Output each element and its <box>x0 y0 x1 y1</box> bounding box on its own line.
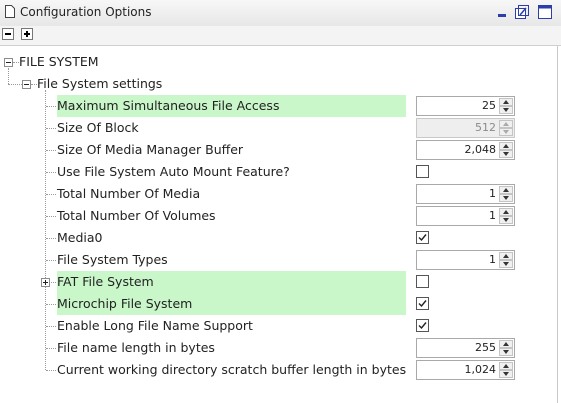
option-label-use-file-system-auto-mount-feature[interactable]: Use File System Auto Mount Feature? <box>57 164 290 180</box>
option-label-current-working-directory-scratch-buffer-length-in-bytes[interactable]: Current working directory scratch buffer… <box>57 362 406 378</box>
tree-node-file-system[interactable]: FILE SYSTEM <box>19 54 99 70</box>
checkbox-enable-long-file-name-support[interactable] <box>416 319 429 332</box>
option-label-total-number-of-volumes[interactable]: Total Number Of Volumes <box>57 208 216 224</box>
tree-node-file-system-settings[interactable]: File System settings <box>37 76 162 92</box>
spinner-value: 25 <box>482 99 496 112</box>
option-label-fat-file-system[interactable]: FAT File System <box>57 274 154 290</box>
tree-connector <box>46 216 56 217</box>
spin-up-arrow-icon[interactable] <box>499 340 513 348</box>
spinner-buttons <box>499 362 513 378</box>
toolbar <box>0 26 561 46</box>
spinner-value: 2,048 <box>464 143 497 156</box>
minimize-icon[interactable] <box>496 4 512 20</box>
configuration-tree: FILE SYSTEM File System settings Maximum… <box>0 46 558 403</box>
spinner-buttons <box>499 98 513 114</box>
tree-connector <box>46 260 56 261</box>
option-label-media0[interactable]: Media0 <box>57 230 103 246</box>
spinner-value: 1 <box>489 209 496 222</box>
tree-connector <box>46 150 56 151</box>
spin-up-arrow-icon[interactable] <box>499 142 513 150</box>
tree-connector <box>46 172 56 173</box>
spin-down-arrow-icon[interactable] <box>499 370 513 378</box>
tree-connector <box>46 326 56 327</box>
spinner-total-number-of-media[interactable]: 1 <box>416 184 515 204</box>
spinner-buttons <box>499 120 513 136</box>
tree-connector <box>45 90 46 370</box>
option-label-microchip-file-system[interactable]: Microchip File System <box>57 296 192 312</box>
checkbox-fat-file-system[interactable] <box>416 275 429 288</box>
spinner-current-working-directory-scratch-buffer-length-in-bytes[interactable]: 1,024 <box>416 360 515 380</box>
spinner-value: 1 <box>489 253 496 266</box>
root-collapse-toggle[interactable] <box>4 58 13 67</box>
spin-down-arrow-icon[interactable] <box>499 194 513 202</box>
tree-connector <box>46 238 56 239</box>
spinner-size-of-block: 512 <box>416 118 515 138</box>
checkbox-use-file-system-auto-mount-feature[interactable] <box>416 165 429 178</box>
spin-up-arrow-icon[interactable] <box>499 362 513 370</box>
checkmark-icon <box>418 322 427 330</box>
spin-up-arrow-icon[interactable] <box>499 208 513 216</box>
tree-connector <box>46 106 56 107</box>
spinner-buttons <box>499 142 513 158</box>
spin-up-arrow-icon[interactable] <box>499 186 513 194</box>
spin-up-arrow-icon[interactable] <box>499 98 513 106</box>
maximize-icon[interactable] <box>537 4 553 20</box>
option-label-size-of-block[interactable]: Size Of Block <box>57 120 139 136</box>
spinner-buttons <box>499 208 513 224</box>
option-label-total-number-of-media[interactable]: Total Number Of Media <box>57 186 200 202</box>
spinner-size-of-media-manager-buffer[interactable]: 2,048 <box>416 140 515 160</box>
tree-connector <box>8 68 9 84</box>
tree-connector <box>46 304 56 305</box>
spinner-file-system-types[interactable]: 1 <box>416 250 515 270</box>
spinner-value: 255 <box>475 341 496 354</box>
expand-toggle-fat-file-system[interactable] <box>41 278 50 287</box>
group-collapse-toggle[interactable] <box>22 80 31 89</box>
spinner-maximum-simultaneous-file-access[interactable]: 25 <box>416 96 515 116</box>
collapse-all-button[interactable] <box>2 28 14 40</box>
spin-up-arrow-icon[interactable] <box>499 252 513 260</box>
spinner-buttons <box>499 340 513 356</box>
title-bar: Configuration Options <box>0 0 561 27</box>
spin-down-arrow-icon[interactable] <box>499 150 513 158</box>
spin-down-arrow-icon[interactable] <box>499 106 513 114</box>
checkmark-icon <box>418 234 427 242</box>
option-label-file-name-length-in-bytes[interactable]: File name length in bytes <box>57 340 215 356</box>
option-label-size-of-media-manager-buffer[interactable]: Size Of Media Manager Buffer <box>57 142 243 158</box>
spinner-file-name-length-in-bytes[interactable]: 255 <box>416 338 515 358</box>
spinner-total-number-of-volumes[interactable]: 1 <box>416 206 515 226</box>
tree-connector <box>46 128 56 129</box>
page-icon <box>5 5 15 18</box>
spin-down-arrow-icon[interactable] <box>499 348 513 356</box>
spinner-value: 1,024 <box>464 363 497 376</box>
checkmark-icon <box>418 300 427 308</box>
option-label-enable-long-file-name-support[interactable]: Enable Long File Name Support <box>57 318 253 334</box>
option-label-file-system-types[interactable]: File System Types <box>57 252 168 268</box>
spin-down-arrow-icon[interactable] <box>499 216 513 224</box>
spinner-value: 1 <box>489 187 496 200</box>
spin-down-arrow-icon[interactable] <box>499 260 513 268</box>
spinner-buttons <box>499 186 513 202</box>
spin-up-arrow-icon <box>499 120 513 128</box>
tree-connector <box>8 84 22 85</box>
checkbox-media0[interactable] <box>416 231 429 244</box>
spinner-buttons <box>499 252 513 268</box>
option-label-maximum-simultaneous-file-access[interactable]: Maximum Simultaneous File Access <box>57 98 279 114</box>
tree-connector <box>46 194 56 195</box>
tree-connector <box>46 348 56 349</box>
tree-connector <box>46 370 56 371</box>
restore-icon[interactable] <box>514 4 530 20</box>
expand-all-button[interactable] <box>21 28 33 40</box>
spin-down-arrow-icon <box>499 128 513 136</box>
checkbox-microchip-file-system[interactable] <box>416 297 429 310</box>
spinner-value: 512 <box>475 121 496 134</box>
window-title: Configuration Options <box>20 5 152 19</box>
